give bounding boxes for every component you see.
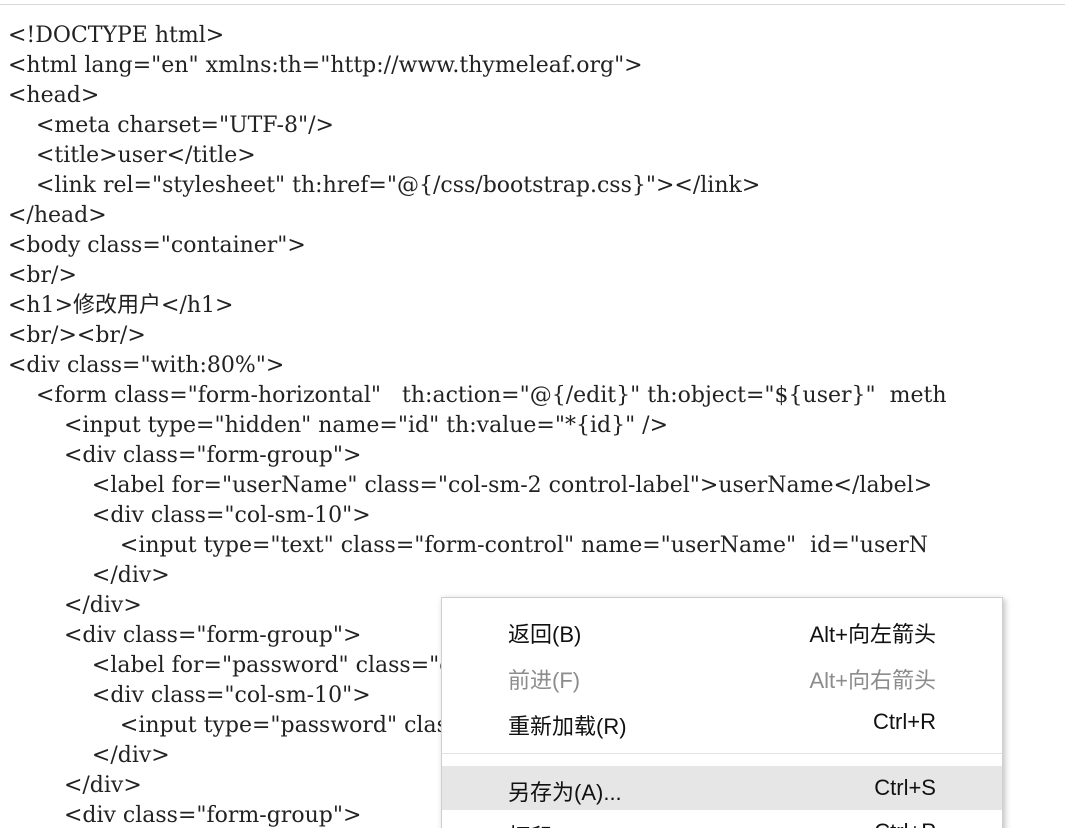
menu-item-label: 返回(B) [508,622,582,647]
code-line: </div> [8,563,170,588]
code-line: <br/> [8,263,77,288]
code-line: <body class="container"> [8,233,306,258]
menu-item-shortcut: Ctrl+P [874,819,936,828]
menu-item-label: 重新加载(R) [508,714,627,739]
menu-item-shortcut: Alt+向左箭头 [809,622,936,647]
code-line: <br/><br/> [8,323,146,348]
top-divider [0,4,1065,5]
menu-item-shortcut: Ctrl+S [874,775,936,800]
code-line: <div class="form-group"> [8,443,362,468]
code-line: <html lang="en" xmlns:th="http://www.thy… [8,53,643,78]
code-line: <head> [8,83,100,108]
menu-item-label: 前进(F) [508,668,581,693]
menu-item-shortcut: Ctrl+R [873,709,936,734]
code-line: <input type="hidden" name="id" th:value=… [8,413,669,438]
code-line: <h1>修改用户</h1> [8,293,234,318]
menu-separator [442,753,1002,754]
code-line: <div class="with:80%"> [8,353,285,378]
menu-item-label: 打印(P)... [508,819,600,828]
code-line: <div class="col-sm-10"> [8,503,371,528]
menu-item-shortcut: Alt+向右箭头 [809,668,936,693]
code-line: <input type="text" class="form-control" … [8,533,929,558]
code-line: <!DOCTYPE html> [8,23,225,48]
menu-item-forward[interactable]: 前进(F) Alt+向右箭头 [442,654,1002,698]
menu-item-reload[interactable]: 重新加载(R) Ctrl+R [442,700,1002,744]
menu-item-save-as[interactable]: 另存为(A)... Ctrl+S [442,766,1002,810]
code-line: <title>user</title> [8,143,256,168]
code-line: <form class="form-horizontal" th:action=… [8,383,947,408]
menu-item-back[interactable]: 返回(B) Alt+向左箭头 [442,608,1002,652]
code-line: <label for="userName" class="col-sm-2 co… [8,473,933,498]
menu-item-label: 另存为(A)... [508,780,622,805]
context-menu: 返回(B) Alt+向左箭头 前进(F) Alt+向右箭头 重新加载(R) Ct… [441,597,1003,828]
code-line: </head> [8,203,107,228]
code-line: <meta charset="UTF-8"/> [8,113,334,138]
menu-item-print[interactable]: 打印(P)... Ctrl+P [442,810,1002,828]
code-line: <link rel="stylesheet" th:href="@{/css/b… [8,173,761,198]
